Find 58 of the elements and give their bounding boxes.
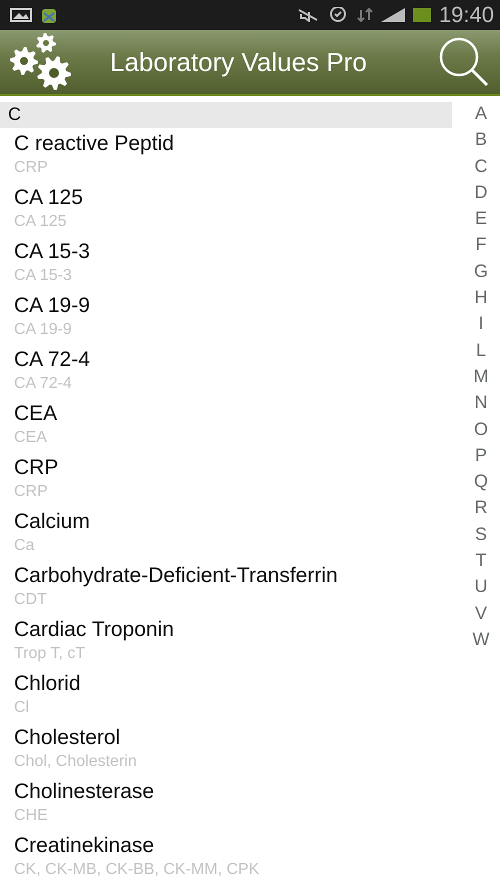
- index-letter[interactable]: L: [476, 336, 486, 363]
- lab-value-abbreviation: Trop T, cT: [14, 644, 86, 664]
- lab-value-name[interactable]: CEA: [14, 401, 462, 427]
- app-title: Laboratory Values Pro: [110, 46, 368, 78]
- section-header: C: [0, 102, 452, 128]
- lab-value-name[interactable]: CA 19-9: [14, 293, 462, 319]
- lab-value-name[interactable]: Carbohydrate-Deficient-Transferrin: [14, 563, 462, 589]
- picture-icon: [10, 8, 32, 22]
- lab-value-name[interactable]: CA 15-3: [14, 239, 462, 265]
- lab-value-name[interactable]: CA 72-4: [14, 347, 462, 373]
- lab-value-abbreviation: CHE: [14, 806, 49, 826]
- lab-value-name[interactable]: Chlorid: [14, 671, 462, 697]
- lab-value-abbreviation: CA 15-3: [14, 266, 73, 286]
- lab-value-name[interactable]: CRP: [14, 455, 462, 481]
- index-letter[interactable]: U: [474, 573, 488, 600]
- gears-icon[interactable]: [8, 33, 74, 91]
- battery-icon: [412, 8, 431, 22]
- lab-value-name[interactable]: Creatinekinase: [14, 833, 462, 859]
- index-letter[interactable]: I: [478, 310, 484, 337]
- lab-value-name[interactable]: Cholesterol: [14, 725, 462, 751]
- index-letter[interactable]: Q: [474, 468, 488, 494]
- lab-value-abbreviation: CA 125: [14, 212, 68, 232]
- index-letter[interactable]: B: [474, 126, 487, 153]
- clock: 19:40: [438, 2, 494, 28]
- index-letter[interactable]: O: [474, 416, 488, 442]
- index-letter[interactable]: V: [474, 600, 487, 626]
- lab-value-abbreviation: CA 19-9: [14, 320, 73, 340]
- lab-value-abbreviation: CA 72-4: [14, 374, 73, 394]
- search-icon[interactable]: [438, 36, 490, 88]
- lab-value-name[interactable]: Cardiac Troponin: [14, 617, 462, 643]
- index-letter[interactable]: F: [476, 231, 486, 258]
- signal-icon: [380, 8, 405, 22]
- lab-value-abbreviation: CK, CK-MB, CK-BB, CK-MM, CPK: [14, 860, 260, 880]
- lab-value-abbreviation: Cl: [14, 698, 30, 718]
- lab-value-abbreviation: Ca: [14, 536, 36, 556]
- lab-value-abbreviation: Chol, Cholesterin: [14, 752, 138, 772]
- index-letter[interactable]: S: [474, 520, 487, 548]
- index-letter[interactable]: E: [474, 205, 487, 232]
- lab-value-abbreviation: CRP: [14, 482, 49, 502]
- lab-value-name[interactable]: Calcium: [14, 509, 462, 535]
- index-letter[interactable]: T: [476, 547, 486, 574]
- lab-value-abbreviation: CEA: [14, 428, 48, 448]
- index-letter[interactable]: R: [474, 494, 488, 521]
- lab-value-abbreviation: CRP: [14, 158, 49, 178]
- index-letter[interactable]: A: [474, 100, 487, 126]
- lab-value-abbreviation: CDT: [14, 590, 48, 610]
- lab-value-name[interactable]: C reactive Peptid: [14, 131, 462, 157]
- index-letter[interactable]: W: [472, 626, 490, 652]
- index-letter[interactable]: D: [474, 178, 488, 206]
- index-letter[interactable]: P: [474, 442, 487, 468]
- index-letter[interactable]: H: [474, 284, 488, 310]
- data-arrows-icon: [356, 8, 373, 22]
- index-letter[interactable]: M: [474, 362, 488, 390]
- index-letter[interactable]: C: [474, 152, 488, 179]
- index-letter[interactable]: G: [474, 258, 488, 284]
- lab-value-name[interactable]: CA 125: [14, 185, 462, 211]
- lab-value-name[interactable]: Cholinesterase: [14, 779, 462, 805]
- index-letter[interactable]: N: [474, 389, 488, 416]
